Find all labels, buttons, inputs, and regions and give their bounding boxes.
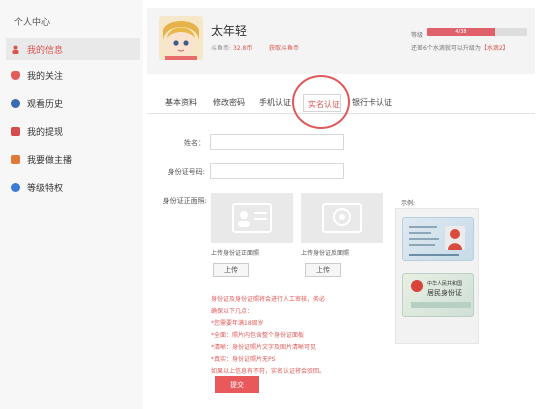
id-number-label: 身份证号码:: [167, 168, 205, 176]
note-line: 确保以下几点：: [211, 308, 254, 315]
level-progress-fill: 4/38: [427, 28, 495, 36]
example-id-front-image: [402, 217, 474, 261]
coin-value: 32.8币: [232, 45, 253, 52]
example-label: 示例:: [401, 200, 416, 207]
id-card-front-placeholder-icon: [232, 203, 272, 233]
tab-basic-info[interactable]: 基本资料: [165, 97, 197, 108]
sidebar-item-label: 我的信息: [27, 45, 64, 56]
upload-front-button[interactable]: 上传: [213, 263, 249, 277]
level-note-highlight: 【水滴2】: [480, 45, 509, 52]
sidebar-item-label: 等级特权: [27, 183, 64, 194]
id-text-line: [409, 232, 431, 234]
upload-front-caption: 上传身份证正面照: [211, 250, 260, 257]
id-front-label: 身份证正面照:: [162, 197, 207, 205]
sidebar-item-label: 我的关注: [27, 71, 64, 82]
name-label: 姓名：: [184, 139, 205, 147]
id-text-line: [409, 226, 437, 228]
id-number-line: [409, 254, 459, 256]
tab-phone-verification[interactable]: 手机认证: [259, 97, 291, 108]
id-back-upload-area[interactable]: [301, 193, 383, 243]
sidebar-item-level-privileges[interactable]: 等级特权: [6, 176, 140, 198]
sidebar-item-follows[interactable]: 我的关注: [6, 64, 140, 86]
id-front-upload-area[interactable]: [211, 193, 293, 243]
coin-label: 斗鱼币:: [211, 45, 232, 52]
sidebar: 个人中心 我的信息 我的关注 观看历史 我的提现 我要做主播 等级特权: [0, 0, 143, 409]
note-line: 身份证及身份证照将会进行人工审核，务必: [211, 296, 326, 303]
id-back-info-line: [411, 302, 471, 308]
sidebar-item-label: 观看历史: [27, 99, 64, 110]
level-progress-bar: 4/38: [427, 28, 527, 36]
sidebar-item-withdraw[interactable]: 我的提现: [6, 120, 140, 142]
id-text-line: [409, 244, 435, 246]
sidebar-title: 个人中心: [14, 18, 51, 28]
verification-notes: 身份证及身份证照将会进行人工审核，务必 确保以下几点： *您需要年满18周岁 *…: [211, 294, 391, 378]
main-content: 太年轻 斗鱼币: 32.8币 获取斗鱼币 等级 4/38 还差6个水滴就可以升级…: [143, 0, 547, 409]
example-id-back-image: 中华人民共和国 居民身份证: [402, 273, 474, 317]
page: 个人中心 我的信息 我的关注 观看历史 我的提现 我要做主播 等级特权 太年轻 …: [0, 0, 547, 409]
rank-icon: [11, 182, 20, 192]
note-line: *清晰：身份证照片文字及图片清晰可见: [211, 344, 317, 351]
username: 太年轻: [211, 24, 248, 38]
upload-back-caption: 上传身份证反面照: [301, 250, 350, 257]
note-line: *全面：照片内包含整个身份证面板: [211, 332, 305, 339]
submit-button[interactable]: 提交: [215, 376, 259, 393]
clock-icon: [11, 98, 20, 108]
level-note-text: 还差6个水滴就可以升级为: [411, 45, 481, 52]
id-back-heading: 居民身份证: [427, 289, 462, 297]
example-panel: 中华人民共和国 居民身份证: [395, 208, 479, 344]
id-number-input[interactable]: [210, 163, 344, 179]
level-label: 等级: [411, 32, 424, 39]
heart-icon: [11, 70, 20, 80]
tab-realname-box[interactable]: 实名认证: [303, 94, 341, 112]
sidebar-item-label: 我的提现: [27, 127, 64, 138]
camera-icon: [11, 154, 20, 164]
withdraw-icon: [11, 126, 20, 136]
id-text-line: [409, 238, 439, 240]
profile-header: 太年轻 斗鱼币: 32.8币 获取斗鱼币 等级 4/38 还差6个水滴就可以升级…: [147, 8, 535, 74]
upload-back-button[interactable]: 上传: [305, 263, 341, 277]
level-note: 还差6个水滴就可以升级为【水滴2】: [411, 43, 509, 52]
sidebar-item-become-streamer[interactable]: 我要做主播: [6, 148, 140, 170]
tab-change-password[interactable]: 修改密码: [213, 97, 245, 108]
avatar[interactable]: [159, 16, 203, 60]
id-portrait: [445, 226, 465, 250]
tab-bank-card-verification[interactable]: 银行卡认证: [352, 97, 392, 108]
tab-realname-verification[interactable]: 实名认证: [308, 99, 340, 110]
name-input[interactable]: [210, 134, 344, 150]
note-line: *您需要年满18周岁: [211, 320, 264, 327]
note-line: *真实：身份证照片无PS: [211, 356, 276, 363]
user-icon: [11, 45, 20, 54]
coin-balance: 斗鱼币: 32.8币: [211, 43, 252, 52]
sidebar-item-my-info[interactable]: 我的信息: [6, 38, 140, 60]
national-emblem-icon: [411, 280, 423, 292]
id-back-title: 中华人民共和国: [427, 281, 463, 287]
sidebar-item-history[interactable]: 观看历史: [6, 92, 140, 114]
national-emblem-placeholder-icon: [322, 203, 362, 233]
sidebar-item-label: 我要做主播: [27, 155, 73, 166]
get-coins-link[interactable]: 获取斗鱼币: [269, 43, 299, 52]
